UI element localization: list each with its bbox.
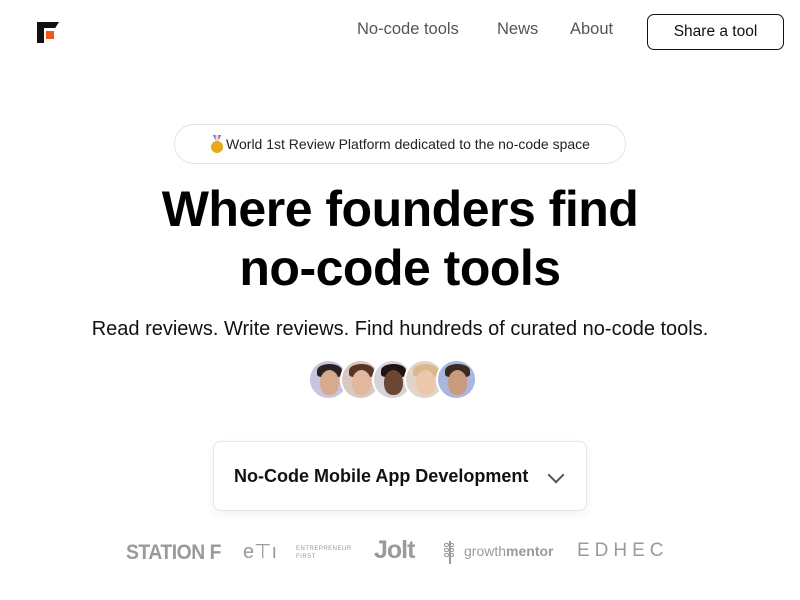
avatar-face [448,370,467,395]
site-logo[interactable] [37,22,59,43]
hero-badge: World 1st Review Platform dedicated to t… [174,124,626,164]
growthmentor-wheat-icon [444,541,455,564]
share-a-tool-button[interactable]: Share a tool [647,14,784,50]
nav-no-code-tools[interactable]: No-code tools [357,20,459,39]
site-header: No-code tools News About Share a tool [0,0,800,64]
chevron-down-icon[interactable] [547,466,565,484]
partner-logo-station-f: STATION F [126,541,221,564]
hero-subtitle: Read reviews. Write reviews. Find hundre… [91,318,709,340]
partner-logo-growthmentor: growthmentor [464,543,553,559]
ef-line-2: FIRST [296,554,316,560]
headline-line-1: Where founders find [161,181,639,237]
user-avatars [308,359,477,400]
partner-logo-edhec: EDHEC [577,540,669,561]
avatar-face [384,370,403,395]
category-dropdown-value: No-Code Mobile App Development [234,465,529,486]
growthmentor-light: growth [464,543,507,559]
partner-logo-entrepreneur-first-text: ENTREPRENEUR FIRST [296,545,352,561]
logo-orange-square [46,31,54,39]
ef-line-1: ENTREPRENEUR [296,546,352,552]
partner-logo-entrepreneur-first-mark: e⊤ı [243,541,278,563]
headline-line-2: no-code tools [239,240,561,296]
partner-logo-jolt: Jolt [374,536,415,564]
growthmentor-bold: mentor [506,543,554,559]
logo-top [44,22,59,28]
nav-news[interactable]: News [497,20,538,39]
category-dropdown[interactable]: No-Code Mobile App Development [213,441,587,511]
avatar-face [416,370,435,395]
first-place-medal-icon [210,135,224,153]
hero-badge-text: World 1st Review Platform dedicated to t… [226,136,590,152]
avatar-face [320,370,339,395]
avatar-face [352,370,371,395]
nav-about[interactable]: About [570,20,613,39]
logo-bar [37,22,44,43]
avatar-5 [436,359,477,400]
hero-headline: Where founders find no-code tools [0,180,800,298]
